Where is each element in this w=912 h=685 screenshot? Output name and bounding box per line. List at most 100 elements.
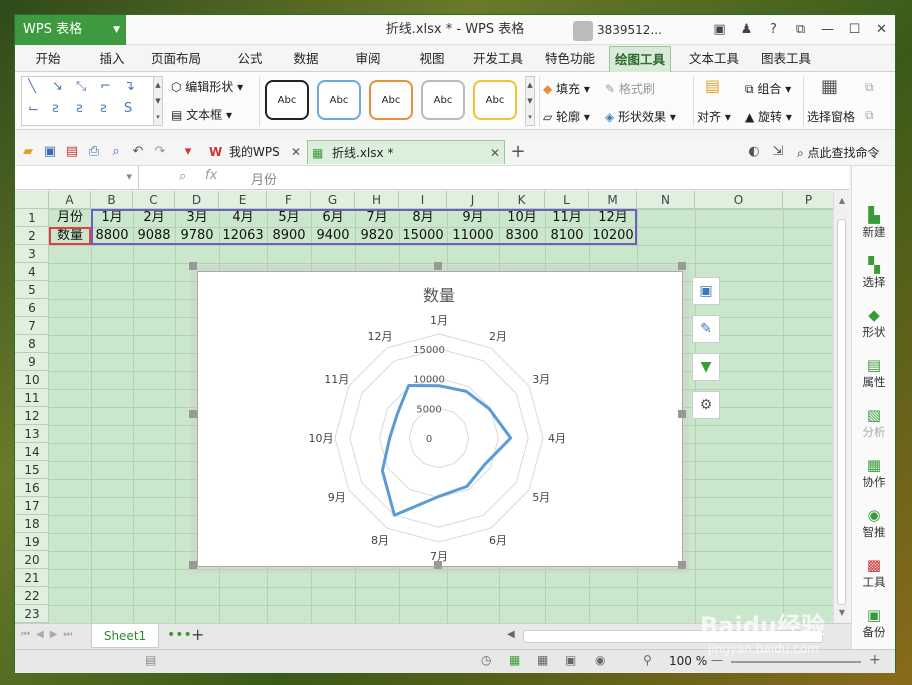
undo-icon[interactable]: ↶	[129, 143, 147, 161]
panel-item-6[interactable]: ◉ 智推	[852, 506, 896, 540]
open-icon[interactable]: ▰	[19, 143, 37, 161]
chart-filter-icon[interactable]: ▼	[692, 353, 720, 381]
eye-protect-icon[interactable]: ◉	[595, 653, 605, 667]
tab-8[interactable]: 特色功能	[539, 46, 601, 72]
tab-3[interactable]: 公式	[225, 46, 275, 72]
tab-1[interactable]: 插入	[85, 46, 139, 72]
column-header[interactable]: O	[695, 191, 783, 209]
scroll-thumb[interactable]	[837, 219, 846, 605]
layer-icon-2[interactable]: ⧉	[865, 108, 874, 123]
pdf-icon[interactable]: ▤	[63, 143, 81, 161]
outline-button[interactable]: ▱ 轮廓 ▾	[543, 108, 590, 125]
row-header[interactable]: 7	[15, 317, 49, 335]
shape-effect-button[interactable]: ◈ 形状效果 ▾	[605, 108, 676, 125]
column-header[interactable]: A	[49, 191, 91, 209]
text-box-button[interactable]: ▤ 文本框 ▾	[171, 106, 232, 123]
chart-style-brush-icon[interactable]: ✎	[692, 315, 720, 343]
row-header[interactable]: 19	[15, 533, 49, 551]
preview-icon[interactable]: ⌕	[107, 143, 125, 161]
fx-icon[interactable]: fx	[205, 168, 217, 183]
style-1[interactable]: Abc	[265, 80, 309, 120]
row-header[interactable]: 3	[15, 245, 49, 263]
column-header[interactable]: E	[219, 191, 267, 209]
scroll-down-icon[interactable]: ▼	[834, 605, 850, 621]
style-2[interactable]: Abc	[317, 80, 361, 120]
curve-connector-icon[interactable]: ƨ	[52, 101, 59, 116]
tab-file[interactable]: ▦ 折线.xlsx * ✕	[307, 140, 505, 164]
redo-icon[interactable]: ↷	[151, 143, 169, 161]
column-header[interactable]: J	[447, 191, 499, 209]
edit-shape-button[interactable]: ⬡ 编辑形状 ▾	[171, 78, 243, 95]
style-4[interactable]: Abc	[421, 80, 465, 120]
row-header[interactable]: 18	[15, 515, 49, 533]
column-header[interactable]: C	[133, 191, 175, 209]
align-icon[interactable]: ▤	[705, 76, 720, 95]
resize-handle[interactable]	[678, 410, 686, 418]
shape-gallery[interactable]: ╲ ↘ ⤡ ⌐ ↴ ⌙ ƨ ƨ ƨ S	[21, 76, 161, 126]
style-3[interactable]: Abc	[369, 80, 413, 120]
tab-7[interactable]: 开发工具	[467, 46, 529, 72]
column-header[interactable]: H	[355, 191, 399, 209]
row-header[interactable]: 10	[15, 371, 49, 389]
row-header[interactable]: 6	[15, 299, 49, 317]
row-header[interactable]: 12	[15, 407, 49, 425]
row-header[interactable]: 11	[15, 389, 49, 407]
fill-button[interactable]: ◆ 填充 ▾	[543, 80, 590, 97]
row-header[interactable]: 13	[15, 425, 49, 443]
resize-handle[interactable]	[189, 262, 197, 270]
elbow-connector-icon[interactable]: ⌐	[100, 79, 111, 94]
zoom-level[interactable]: 100 %	[669, 654, 707, 668]
row-header[interactable]: 1	[15, 209, 49, 227]
chart-elements-icon[interactable]: ▣	[692, 277, 720, 305]
tab-9[interactable]: 绘图工具	[609, 46, 671, 72]
tab-0[interactable]: 开始	[19, 46, 77, 72]
panel-item-4[interactable]: ▧ 分析	[852, 406, 896, 440]
maximize-icon[interactable]: ☐	[841, 15, 868, 45]
column-header[interactable]: I	[399, 191, 447, 209]
new-tab-icon[interactable]: +	[509, 143, 527, 161]
table-cell[interactable]: 月份	[49, 209, 91, 227]
tab-6[interactable]: 视图	[407, 46, 457, 72]
help-icon[interactable]: ?	[760, 15, 787, 45]
customize-icon[interactable]: ▾	[179, 143, 197, 161]
resize-handle[interactable]	[434, 262, 442, 270]
export-icon[interactable]: ⇲	[769, 143, 787, 161]
curve-double-arrow-icon[interactable]: ƨ	[100, 101, 107, 116]
resize-handle[interactable]	[678, 262, 686, 270]
column-header[interactable]: B	[91, 191, 133, 209]
more-sheets-icon[interactable]: •••	[167, 627, 192, 643]
page-view-icon[interactable]: ▦	[537, 653, 548, 667]
resize-handle[interactable]	[678, 561, 686, 569]
panel-item-1[interactable]: ▚ 选择	[852, 256, 896, 290]
chart-settings-icon[interactable]: ⚙	[692, 391, 720, 419]
location-icon[interactable]: ⚲	[643, 653, 652, 667]
vertical-scrollbar[interactable]: ▲ ▼	[833, 191, 849, 623]
arrow-icon[interactable]: ↘	[52, 79, 63, 94]
normal-view-icon[interactable]: ▦	[509, 653, 520, 667]
close-tab-icon[interactable]: ✕	[291, 140, 301, 164]
row-header[interactable]: 4	[15, 263, 49, 281]
close-icon[interactable]: ✕	[868, 15, 895, 45]
scroll-up-icon[interactable]: ▲	[834, 193, 850, 209]
panel-item-3[interactable]: ▤ 属性	[852, 356, 896, 390]
style-scroll[interactable]: ▲ ▼ ▾	[525, 76, 535, 126]
layer-icon[interactable]: ⧉	[865, 80, 874, 95]
restore-icon[interactable]: ⧉	[787, 15, 814, 45]
gallery-scroll[interactable]: ▲ ▼ ▾	[153, 76, 163, 126]
display-icon[interactable]: ◐	[745, 143, 763, 161]
user-account[interactable]: 3839512...	[573, 19, 703, 41]
panel-item-7[interactable]: ▩ 工具	[852, 556, 896, 590]
style-5[interactable]: Abc	[473, 80, 517, 120]
tab-11[interactable]: 图表工具	[755, 46, 817, 72]
row-header[interactable]: 21	[15, 569, 49, 587]
row-header[interactable]: 17	[15, 497, 49, 515]
sheet-nav-icon[interactable]: ⏮◀▶⏭	[21, 629, 78, 640]
combine-button[interactable]: ⧉ 组合 ▾	[745, 80, 791, 97]
page-break-icon[interactable]: ▣	[565, 653, 576, 667]
formula-input[interactable]: 月份	[251, 169, 277, 188]
column-header[interactable]: D	[175, 191, 219, 209]
double-arrow-icon[interactable]: ⤡	[76, 79, 86, 94]
align-button[interactable]: 对齐 ▾	[697, 108, 731, 125]
row-header[interactable]: 8	[15, 335, 49, 353]
panel-item-0[interactable]: ▙ 新建	[852, 206, 896, 240]
